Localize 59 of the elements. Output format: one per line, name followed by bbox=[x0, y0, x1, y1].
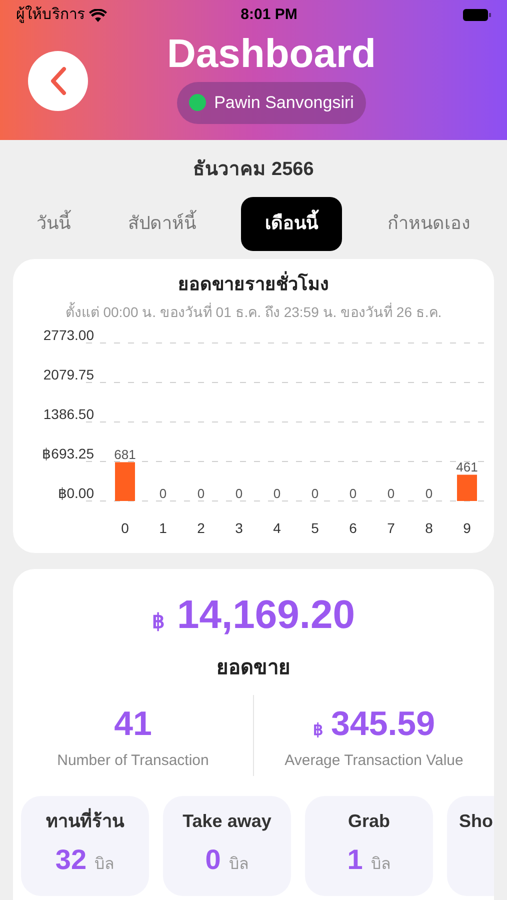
bar-value-label: 0 bbox=[386, 486, 394, 500]
x-tick-label: 7 bbox=[386, 520, 394, 536]
y-tick-label: ฿693.25 bbox=[42, 445, 94, 461]
transaction-count: 41 bbox=[114, 704, 152, 744]
chevron-left-icon bbox=[49, 66, 67, 96]
y-tick-label: 2079.75 bbox=[42, 366, 94, 382]
x-tick-label: 0 bbox=[120, 520, 128, 536]
currency-symbol: ฿ bbox=[152, 610, 166, 634]
bill-count: 32 bbox=[55, 843, 87, 877]
bar-value-label: 0 bbox=[158, 486, 166, 500]
x-tick-label: 6 bbox=[348, 520, 356, 536]
x-tick-label: 9 bbox=[462, 520, 470, 536]
carrier-label: ผู้ให้บริการ bbox=[16, 4, 85, 25]
channel-name: ทานที่ร้าน bbox=[46, 808, 124, 835]
bar-value-label: 0 bbox=[234, 486, 242, 500]
x-tick-label: 2 bbox=[196, 520, 204, 536]
clock: 8:01 PM bbox=[240, 4, 298, 25]
channel-name: Grab bbox=[348, 810, 390, 833]
bill-count: 1 bbox=[347, 843, 363, 877]
channel-name: Sho bbox=[459, 810, 493, 833]
bar-value-label: 0 bbox=[196, 486, 204, 500]
average-value: 345.59 bbox=[331, 704, 435, 744]
period-tab[interactable]: เดือนนี้ bbox=[241, 196, 342, 250]
page-title: Dashboard bbox=[167, 31, 376, 78]
user-name: Pawin Sanvongsiri bbox=[214, 92, 354, 114]
x-tick-label: 8 bbox=[424, 520, 432, 536]
bar-value-label: 0 bbox=[272, 486, 280, 500]
x-tick-label: 3 bbox=[234, 520, 242, 536]
total-sales-label: ยอดขาย bbox=[216, 656, 290, 680]
x-tick-label: 5 bbox=[310, 520, 318, 536]
y-tick-label: 2773.00 bbox=[42, 326, 94, 342]
bill-unit: บิล bbox=[94, 855, 115, 875]
channel-name: Take away bbox=[182, 810, 272, 833]
bill-unit: บิล bbox=[370, 855, 391, 875]
average-value-label: Average Transaction Value bbox=[284, 750, 464, 770]
transaction-count-label: Number of Transaction bbox=[57, 750, 209, 770]
bar bbox=[456, 474, 476, 500]
bar bbox=[114, 462, 134, 500]
chart-subtitle: ตั้งแต่ 00:00 น. ของวันที่ 01 ธ.ค. ถึง 23:59 น. ของวันที่ 26 ธ.ค. bbox=[65, 302, 442, 322]
bill-count: 0 bbox=[205, 843, 221, 877]
battery-icon bbox=[462, 9, 491, 21]
total-sales: 14,169.20 bbox=[177, 592, 355, 638]
period-tab[interactable]: วันนี้ bbox=[24, 196, 83, 250]
period-label: ธันวาคม 2566 bbox=[192, 158, 315, 182]
bill-unit: บิล bbox=[228, 855, 249, 875]
x-tick-label: 1 bbox=[158, 520, 166, 536]
y-tick-label: ฿0.00 bbox=[57, 484, 94, 500]
currency-symbol: ฿ bbox=[313, 720, 323, 740]
chart-title: ยอดขายรายชั่วโมง bbox=[178, 270, 329, 298]
period-tab[interactable]: สัปดาห์นี้ bbox=[116, 196, 208, 250]
y-tick-label: 1386.50 bbox=[42, 406, 94, 422]
bar-value-label: 0 bbox=[424, 486, 432, 500]
wifi-icon bbox=[89, 8, 107, 22]
bar-value-label: 461 bbox=[456, 459, 478, 474]
bar-value-label: 681 bbox=[114, 446, 136, 462]
period-tab[interactable]: กำหนดเอง bbox=[375, 196, 482, 250]
bar-value-label: 0 bbox=[348, 486, 356, 500]
bar-value-label: 0 bbox=[310, 486, 318, 500]
x-tick-label: 4 bbox=[272, 520, 280, 536]
